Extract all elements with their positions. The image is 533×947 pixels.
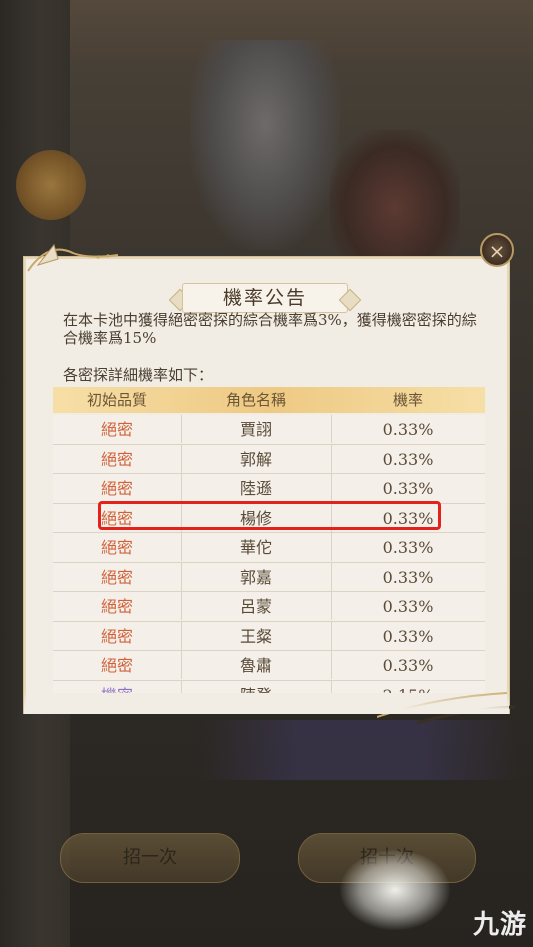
row-name: 華佗 xyxy=(181,533,332,561)
header-rate: 機率 xyxy=(392,391,423,409)
row-rate: 0.33% xyxy=(382,538,434,557)
dialog-title-plate: 機率公告 xyxy=(168,283,362,313)
background-glow xyxy=(340,850,450,930)
row-rate: 0.33% xyxy=(382,567,434,587)
row-rate: 0.33% xyxy=(382,656,434,675)
table-row: 絕密 王粲 0.33% xyxy=(53,621,485,651)
row-name: 郭嘉 xyxy=(181,562,332,591)
background-character-right xyxy=(330,130,460,260)
background-coin-icon xyxy=(16,150,86,220)
table-row: 絕密 郭解 0.33% xyxy=(53,444,485,474)
row-rate: 0.33% xyxy=(382,626,434,646)
row-grade: 絕密 xyxy=(53,562,182,591)
highlight-box xyxy=(98,501,441,530)
table-row: 絕密 賈詡 0.33% xyxy=(53,415,485,445)
pool-description: 在本卡池中獲得絕密密探的綜合機率爲3%，獲得機密密探的綜合機率爲15% xyxy=(63,311,477,347)
row-rate: 0.33% xyxy=(382,449,434,469)
row-rate: 0.33% xyxy=(382,597,434,616)
header-grade: 初始品質 xyxy=(86,391,147,409)
crane-ornament-icon xyxy=(27,243,119,272)
row-name: 陸遜 xyxy=(181,474,332,502)
watermark-logo: 九游 xyxy=(472,910,527,940)
probability-table[interactable]: 絕密 賈詡 0.33% 絕密 郭解 0.33% 絕密 陸遜 0.33% 絕密 楊… xyxy=(53,415,485,693)
detail-subheading: 各密探詳細機率如下： xyxy=(63,366,214,384)
table-row: 絕密 陸遜 0.33% xyxy=(53,474,485,504)
summon-once-button: 招一次 xyxy=(60,833,240,883)
background-character-left xyxy=(190,40,340,250)
table-row: 絕密 華佗 0.33% xyxy=(53,533,485,563)
close-button[interactable]: × xyxy=(480,233,514,267)
row-grade: 絕密 xyxy=(53,474,182,502)
row-grade: 絕密 xyxy=(53,415,182,443)
dialog-title: 機率公告 xyxy=(182,283,348,313)
row-rate: 0.33% xyxy=(382,420,434,439)
row-grade: 絕密 xyxy=(53,533,182,561)
row-name: 王粲 xyxy=(181,621,332,650)
row-grade: 絕密 xyxy=(53,621,182,650)
scroll-fade xyxy=(24,690,509,714)
row-grade: 絕密 xyxy=(53,592,182,620)
row-name: 賈詡 xyxy=(181,415,332,443)
row-name: 郭解 xyxy=(181,444,332,473)
row-grade: 絕密 xyxy=(53,651,182,679)
table-row: 絕密 呂蒙 0.33% xyxy=(53,592,485,622)
row-name: 呂蒙 xyxy=(181,592,332,620)
table-row: 絕密 郭嘉 0.33% xyxy=(53,562,485,592)
row-grade: 絕密 xyxy=(53,444,182,473)
table-header: 初始品質 角色名稱 機率 xyxy=(53,387,485,413)
header-name: 角色名稱 xyxy=(225,391,286,409)
table-row: 絕密 魯肅 0.33% xyxy=(53,651,485,681)
row-rate: 0.33% xyxy=(382,479,434,498)
background-banner xyxy=(200,720,520,780)
row-name: 魯肅 xyxy=(181,651,332,679)
